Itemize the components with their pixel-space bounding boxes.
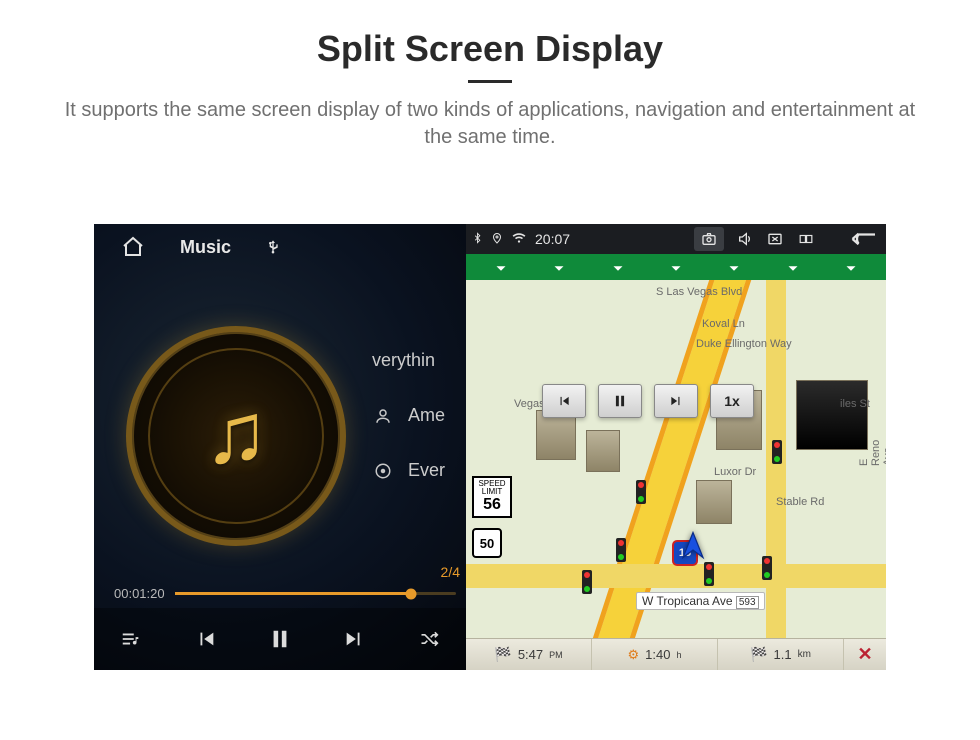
music-pane: Music ♫ verythin Ame Ever	[94, 224, 466, 670]
lane-arrow-icon	[725, 258, 743, 276]
map-prev-button[interactable]	[542, 384, 586, 418]
track-title: verythin	[372, 350, 435, 371]
map-next-button[interactable]	[654, 384, 698, 418]
bluetooth-icon	[472, 230, 483, 249]
map-playback-controls: 1x	[542, 384, 754, 418]
eta-value: 5:47	[518, 647, 543, 662]
distance-unit: km	[798, 649, 811, 660]
close-app-icon[interactable]	[766, 231, 784, 247]
track-meta: verythin Ame Ever	[372, 350, 445, 481]
street-label: iles St	[840, 398, 870, 410]
traffic-light-icon	[616, 538, 626, 562]
page-title: Split Screen Display	[0, 28, 980, 70]
device-frame: Music ♫ verythin Ame Ever	[94, 224, 886, 670]
disc-icon	[372, 462, 394, 480]
eta-cell[interactable]: 🏁 5:47 PM	[466, 639, 592, 670]
speed-limit-sign: SPEED LIMIT 56	[472, 476, 512, 518]
street-label: Duke Ellington Way	[696, 338, 792, 350]
split-screen-icon[interactable]	[796, 232, 816, 246]
map-pause-button[interactable]	[598, 384, 642, 418]
street-label: E Reno Ave	[858, 438, 886, 466]
page-description: It supports the same screen display of t…	[50, 97, 930, 151]
album-art: ♫	[126, 326, 346, 546]
lane-arrow-icon	[784, 258, 802, 276]
lane-arrow-icon	[667, 258, 685, 276]
building-icon	[586, 430, 620, 472]
traffic-light-icon	[582, 570, 592, 594]
music-controls	[94, 608, 466, 670]
vehicle-cursor-icon	[678, 530, 708, 560]
lane-arrow-icon	[609, 258, 627, 276]
route-shield: 50	[472, 528, 502, 558]
screenshot-icon[interactable]	[694, 227, 724, 251]
distance-cell[interactable]: 🏁 1.1 km	[718, 639, 844, 670]
seek-knob[interactable]	[405, 588, 416, 599]
music-note-icon: ♫	[204, 385, 269, 484]
track-album-row: Ever	[372, 460, 445, 481]
elapsed-time: 00:01:20	[114, 586, 165, 601]
seek-bar[interactable]	[175, 592, 456, 595]
lane-arrow-icon	[842, 258, 860, 276]
duration-cell[interactable]: ⚙ 1:40 h	[592, 639, 718, 670]
traffic-light-icon	[772, 440, 782, 464]
map-canvas[interactable]: S Las Vegas Blvd Koval Ln Duke Ellington…	[466, 280, 886, 638]
home-icon[interactable]	[120, 235, 146, 259]
music-header-label: Music	[180, 237, 231, 258]
music-topbar: Music	[94, 224, 466, 270]
clock-cog-icon: ⚙	[628, 647, 640, 663]
track-artist: Ame	[408, 405, 445, 426]
person-icon	[372, 407, 394, 425]
status-bar: 20:07	[466, 224, 886, 254]
flag-icon: 🏁	[494, 646, 511, 663]
map-speed-button[interactable]: 1x	[710, 384, 754, 418]
usb-icon[interactable]	[265, 236, 281, 258]
traffic-light-icon	[762, 556, 772, 580]
clock-time: 20:07	[535, 231, 570, 247]
street-label: Stable Rd	[776, 496, 824, 508]
street-label: Luxor Dr	[714, 466, 756, 478]
nav-pane: 20:07	[466, 224, 886, 670]
nav-close-button[interactable]: ✕	[844, 639, 886, 670]
wifi-icon	[511, 231, 527, 248]
distance-value: 1.1	[774, 647, 792, 662]
shuffle-button[interactable]	[409, 629, 449, 649]
close-icon: ✕	[857, 644, 872, 665]
road-horizontal	[466, 564, 886, 588]
seek-fill	[175, 592, 411, 595]
playlist-button[interactable]	[111, 628, 151, 650]
track-counter: 2/4	[441, 564, 460, 580]
prev-track-button[interactable]	[186, 628, 226, 650]
duration-value: 1:40	[645, 647, 670, 662]
lane-arrow-icon	[492, 258, 510, 276]
nav-bottom-bar: 🏁 5:47 PM ⚙ 1:40 h 🏁 1.1 km ✕	[466, 638, 886, 670]
lane-arrow-icon	[550, 258, 568, 276]
track-album: Ever	[408, 460, 445, 481]
street-label: Koval Ln	[702, 318, 745, 330]
location-icon	[491, 230, 503, 249]
back-icon[interactable]	[846, 230, 880, 248]
street-label-current: W Tropicana Ave 593	[636, 592, 765, 610]
progress-row: 00:01:20	[114, 586, 456, 601]
flag-icon: 🏁	[750, 646, 767, 663]
title-underline	[468, 80, 512, 83]
lane-guidance	[466, 254, 886, 280]
pause-button[interactable]	[260, 626, 300, 652]
traffic-light-icon	[636, 480, 646, 504]
street-label: S Las Vegas Blvd	[656, 286, 742, 298]
track-artist-row: Ame	[372, 405, 445, 426]
traffic-light-icon	[704, 562, 714, 586]
next-track-button[interactable]	[334, 628, 374, 650]
track-title-row: verythin	[372, 350, 445, 371]
volume-icon[interactable]	[736, 231, 754, 247]
building-icon	[696, 480, 732, 524]
